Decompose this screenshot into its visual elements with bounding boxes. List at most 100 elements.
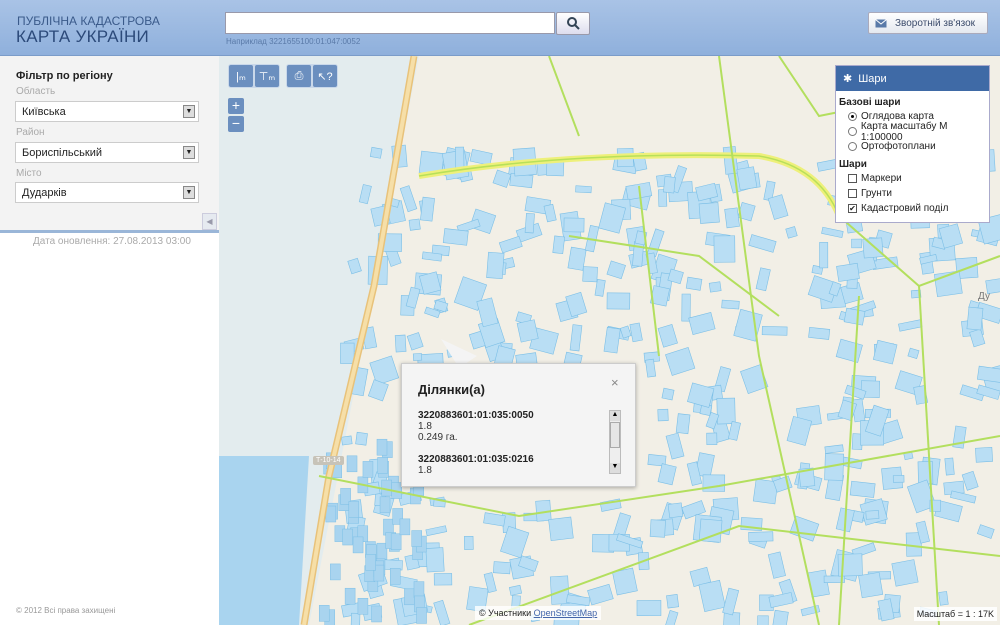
close-icon[interactable]: × — [611, 375, 619, 390]
parcel — [835, 338, 863, 363]
parcel — [755, 267, 771, 292]
radio[interactable] — [848, 127, 857, 136]
search-button[interactable] — [556, 12, 590, 35]
layers-header[interactable]: ✱ Шари — [836, 66, 989, 91]
parcel — [376, 438, 388, 456]
parcel — [976, 524, 995, 539]
parcel — [975, 446, 993, 463]
parcel — [552, 235, 566, 255]
parcel — [362, 461, 374, 478]
overlay-label: Кадастровий поділ — [861, 203, 949, 214]
checkbox[interactable] — [848, 174, 857, 183]
zoom-in-button[interactable]: + — [228, 98, 244, 114]
parcel — [376, 542, 388, 560]
place-label: Ду — [978, 291, 990, 302]
parcel — [408, 218, 421, 231]
parcel — [748, 234, 777, 253]
parcel — [603, 326, 621, 354]
scroll-thumb[interactable] — [610, 422, 620, 448]
parcel — [837, 399, 858, 422]
parcel — [733, 308, 763, 342]
scroll-down-icon[interactable]: ▼ — [610, 463, 620, 473]
tools-toolbar: ⎙ ↖? — [286, 64, 338, 88]
district-select[interactable]: Бориспільський ▼ — [15, 142, 199, 163]
parcel — [657, 463, 677, 486]
overlay-markers[interactable]: Маркери — [848, 172, 989, 185]
overlay-soils[interactable]: Грунти — [848, 187, 989, 200]
parcel — [666, 594, 680, 609]
measure-length-button[interactable]: |ₘ — [229, 65, 253, 87]
measure-area-button[interactable]: ⊤ₘ — [255, 65, 279, 87]
parcel — [379, 496, 391, 514]
parcel — [543, 203, 557, 223]
parcel — [858, 571, 884, 599]
parcel — [341, 435, 353, 446]
popup-scrollbar[interactable]: ▲ ▼ — [609, 410, 621, 474]
parcel — [716, 397, 736, 425]
parcel — [365, 554, 376, 571]
parcel — [821, 226, 844, 239]
map[interactable]: Т-10-14 Ду |ₘ ⊤ₘ ⎙ ↖? + − ✱ Шари Базові ш… — [219, 56, 1000, 625]
region-select[interactable]: Київська ▼ — [15, 101, 199, 122]
print-button[interactable]: ⎙ — [287, 65, 311, 87]
parcel — [377, 457, 388, 474]
parcel — [416, 607, 427, 624]
parcel — [425, 525, 448, 537]
sidebar: Фільтр по регіону Область Київська ▼ Райо… — [0, 56, 219, 625]
parcel — [433, 599, 451, 625]
parcel — [966, 306, 984, 331]
parcel — [348, 501, 360, 518]
parcel — [516, 319, 539, 343]
collapse-sidebar-button[interactable]: ◀ — [202, 213, 217, 230]
checkbox-checked[interactable]: ✔ — [848, 204, 857, 213]
parcel — [394, 334, 407, 353]
parcel — [405, 286, 421, 309]
parcel — [657, 408, 669, 422]
parcel — [425, 547, 445, 573]
parcel — [598, 202, 627, 234]
parcel — [367, 379, 389, 402]
parcel — [976, 365, 1000, 384]
parcel-id[interactable]: 3220883601:01:035:0050 — [418, 410, 608, 421]
parcel — [352, 536, 364, 554]
parcel — [698, 579, 726, 613]
search-input[interactable] — [225, 12, 555, 34]
feedback-button[interactable]: Зворотній зв'язок — [868, 12, 988, 34]
parcel — [563, 217, 585, 233]
parcel-block — [219, 456, 309, 625]
parcel — [342, 528, 353, 546]
chevron-down-icon: ▼ — [183, 146, 195, 159]
radio[interactable] — [848, 142, 857, 151]
city-select[interactable]: Дударків ▼ — [15, 182, 199, 203]
identify-button[interactable]: ↖? — [313, 65, 337, 87]
filter-title: Фільтр по регіону — [16, 70, 113, 82]
map-attribution: © Участники OpenStreetMap — [475, 606, 602, 620]
parcel — [476, 297, 499, 328]
search-hint: Наприклад 3221655100:01:047:0052 — [226, 37, 361, 46]
radio-selected[interactable] — [848, 112, 857, 121]
base-layer-100000[interactable]: Карта масштабу М 1:100000 — [848, 121, 989, 143]
osm-link[interactable]: OpenStreetMap — [534, 608, 598, 618]
zoom-out-button[interactable]: − — [228, 116, 244, 132]
base-layer-label: Карта масштабу М 1:100000 — [860, 120, 948, 143]
region-label: Область — [16, 86, 56, 97]
parcel — [587, 583, 614, 606]
parcels-popup: Ділянки(а) × 3220883601:01:035:0050 1.8 … — [401, 363, 636, 487]
overlay-cadastral[interactable]: ✔ Кадастровий поділ — [848, 202, 989, 215]
parcel — [865, 510, 880, 520]
parcel-list[interactable]: 3220883601:01:035:0050 1.8 0.249 га. 322… — [418, 410, 608, 476]
logo-line1: ПУБЛІЧНА КАДАСТРОВА — [17, 14, 160, 28]
parcel — [724, 207, 740, 229]
scroll-up-icon[interactable]: ▲ — [610, 411, 620, 421]
region-filter: Фільтр по регіону Область Київська ▼ Райо… — [0, 56, 219, 233]
feedback-label: Зворотній зв'язок — [895, 17, 976, 29]
parcel — [849, 480, 876, 498]
checkbox[interactable] — [848, 189, 857, 198]
layers-panel: ✱ Шари Базові шари Оглядова карта Карта м… — [835, 65, 990, 223]
parcel — [862, 237, 884, 259]
parcel-id[interactable]: 3220883601:01:035:0216 — [418, 454, 608, 465]
attribution-prefix: © Участники — [479, 608, 532, 618]
parcel — [667, 502, 684, 519]
parcel — [789, 515, 820, 542]
district-value: Бориспільський — [22, 147, 102, 159]
